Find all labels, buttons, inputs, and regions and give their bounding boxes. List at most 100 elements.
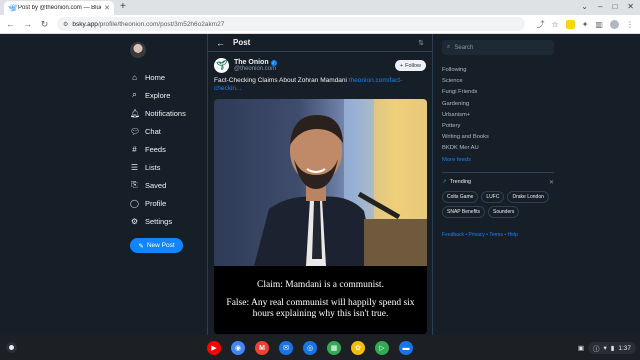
- reload-icon[interactable]: ↻: [40, 19, 49, 30]
- system-tray[interactable]: ▣ ⓘ ▾ ▮ 1:37: [578, 342, 636, 354]
- nav-item-label: Feeds: [145, 144, 166, 154]
- author-name-row[interactable]: The Onion ✓: [234, 59, 277, 66]
- sort-icon[interactable]: ⇅: [418, 39, 424, 47]
- camera-app-icon[interactable]: ◎: [303, 341, 317, 355]
- person-at-podium-illustration: [254, 99, 427, 266]
- post-text-body: Fact-Checking Claims About Zohran Mamdan…: [214, 77, 349, 84]
- feed-link[interactable]: Pottery: [442, 121, 554, 132]
- os-shelf: ▶ ◉ M ✉ ◎ ▦ ✿ ▷ ▬ ▣ ⓘ ▾ ▮ 1:37: [0, 335, 640, 360]
- files-app-icon[interactable]: ▬: [399, 341, 413, 355]
- toolbar-icons: ⤴ ☆ ✦ ▥ ⋮: [537, 19, 634, 30]
- close-tab-icon[interactable]: ✕: [104, 4, 110, 12]
- search-input[interactable]: ⌕ Search: [442, 40, 554, 55]
- close-icon[interactable]: ✕: [549, 179, 554, 186]
- browser-toolbar: ← → ↻ ⚙ bsky.app/profile/theonion.com/po…: [0, 15, 640, 34]
- browser-tab[interactable]: 🦋︎ Post by @theonion.com — Blue... ✕: [4, 1, 114, 15]
- post-image[interactable]: Claim: Mamdani is a communist. False: An…: [214, 99, 427, 334]
- menu-icon[interactable]: ⋮: [626, 20, 634, 29]
- close-window-icon[interactable]: ✕: [627, 2, 634, 11]
- back-icon[interactable]: ←: [6, 19, 15, 29]
- plus-icon: +: [399, 62, 404, 69]
- feed-list: Following Science Fungi Friends Gardening Ur…: [442, 65, 554, 155]
- more-feeds-link[interactable]: More feeds: [442, 155, 554, 166]
- shelf-apps: ▶ ◉ M ✉ ◎ ▦ ✿ ▷ ▬: [207, 341, 413, 355]
- back-arrow-icon[interactable]: ←: [216, 38, 225, 48]
- photos-app-icon[interactable]: ✿: [351, 341, 365, 355]
- messages-app-icon[interactable]: ✉: [279, 341, 293, 355]
- bluesky-favicon-icon: 🦋︎: [8, 4, 17, 12]
- profile-icon: ◯: [130, 198, 139, 208]
- clock: 1:37: [618, 344, 631, 352]
- chevron-down-icon[interactable]: ⌄: [581, 2, 588, 11]
- nav-item-saved[interactable]: ⎘ Saved: [130, 176, 210, 194]
- site-info-icon[interactable]: ⚙: [63, 21, 68, 28]
- feed-link[interactable]: Fungi Friends: [442, 87, 554, 98]
- launcher-icon[interactable]: [6, 342, 17, 353]
- avatar[interactable]: [130, 42, 146, 58]
- maximize-icon[interactable]: □: [612, 2, 617, 11]
- chrome-app-icon[interactable]: ◉: [231, 341, 245, 355]
- new-post-button[interactable]: ✎ New Post: [130, 238, 183, 253]
- feed-link[interactable]: Writing and Books: [442, 132, 554, 143]
- bluesky-app: ⌂ Home ⌕ Explore 🔔︎ Notifications 💬︎ Chat # Feeds…: [0, 34, 640, 335]
- profile-avatar-icon[interactable]: [609, 19, 619, 29]
- nav-item-feeds[interactable]: # Feeds: [130, 140, 210, 158]
- star-icon[interactable]: ☆: [552, 20, 559, 29]
- url-path: /profile/theonion.com/post/3m52h6o2akm27: [97, 20, 225, 28]
- feed-link[interactable]: Science: [442, 76, 554, 87]
- new-post-label: New Post: [146, 242, 175, 249]
- onion-logo-icon[interactable]: 🌱︎: [214, 58, 229, 73]
- youtube-app-icon[interactable]: ▶: [207, 341, 221, 355]
- battery-icon: ▮: [610, 345, 615, 352]
- feed-link[interactable]: BKDK Mer AU: [442, 143, 554, 154]
- nav-item-label: Settings: [145, 216, 173, 226]
- trending-chip[interactable]: LUFC: [481, 190, 505, 203]
- post-author: 🌱︎ The Onion ✓ @theonion.com + Follow: [214, 58, 426, 73]
- tote-icon[interactable]: ▣: [578, 344, 584, 352]
- forward-icon[interactable]: →: [23, 19, 32, 29]
- page-title: Post: [233, 38, 251, 47]
- nav-item-profile[interactable]: ◯ Profile: [130, 194, 210, 212]
- sheets-app-icon[interactable]: ▦: [327, 341, 341, 355]
- trending-chip[interactable]: Drake London: [507, 190, 549, 203]
- trending-chip[interactable]: Colts Game: [442, 190, 479, 203]
- nav-item-chat[interactable]: 💬︎ Chat: [130, 122, 210, 140]
- caption-verdict: False: Any real communist will happily s…: [226, 298, 415, 319]
- trending-chip[interactable]: SNAP Benefits: [442, 205, 485, 218]
- trending-box: ↗ Trending ✕ Colts Game LUFC Drake London S…: [442, 171, 554, 218]
- image-caption: Claim: Mamdani is a communist. False: An…: [214, 266, 427, 334]
- nav-item-explore[interactable]: ⌕ Explore: [130, 86, 210, 104]
- author-handle[interactable]: @theonion.com: [234, 66, 277, 72]
- nav-item-home[interactable]: ⌂ Home: [130, 68, 210, 86]
- feed-link[interactable]: Following: [442, 65, 554, 76]
- status-area[interactable]: ⓘ ▾ ▮ 1:37: [588, 342, 636, 354]
- puzzle-icon[interactable]: ✦: [582, 20, 589, 29]
- nav-item-lists[interactable]: ☰ Lists: [130, 158, 210, 176]
- gmail-app-icon[interactable]: M: [255, 341, 269, 355]
- right-sidebar: ⌕ Search Following Science Fungi Friends Ga…: [442, 40, 554, 238]
- follow-button[interactable]: + Follow: [394, 60, 426, 71]
- nav-item-label: Saved: [145, 180, 167, 190]
- feed-link[interactable]: Urbanism+: [442, 110, 554, 121]
- trending-chip[interactable]: Sounders: [487, 205, 520, 218]
- search-placeholder: Search: [454, 44, 474, 51]
- address-bar[interactable]: ⚙ bsky.app/profile/theonion.com/post/3m5…: [57, 17, 525, 31]
- extension-icon[interactable]: [565, 19, 575, 29]
- side-panel-icon[interactable]: ▥: [595, 20, 603, 29]
- window-controls: ⌄ – □ ✕: [581, 2, 634, 11]
- nav-item-settings[interactable]: ⚙ Settings: [130, 212, 210, 230]
- trending-title: Trending: [449, 179, 472, 186]
- nav-item-notifications[interactable]: 🔔︎ Notifications: [130, 104, 210, 122]
- info-icon: ⓘ: [593, 346, 600, 353]
- nav-item-label: Home: [145, 72, 166, 82]
- footer-links[interactable]: Feedback • Privacy • Terms • Help: [442, 232, 554, 238]
- minimize-icon[interactable]: –: [598, 2, 602, 11]
- compose-icon: ✎: [138, 242, 144, 250]
- author-name[interactable]: The Onion: [234, 59, 269, 66]
- new-tab-button[interactable]: +: [120, 1, 126, 12]
- feed-link[interactable]: Gardening: [442, 99, 554, 110]
- tab-title: Post by @theonion.com — Blue...: [18, 5, 102, 11]
- share-icon[interactable]: ⤴: [537, 19, 545, 30]
- play-app-icon[interactable]: ▷: [375, 341, 389, 355]
- verified-icon: ✓: [270, 59, 277, 66]
